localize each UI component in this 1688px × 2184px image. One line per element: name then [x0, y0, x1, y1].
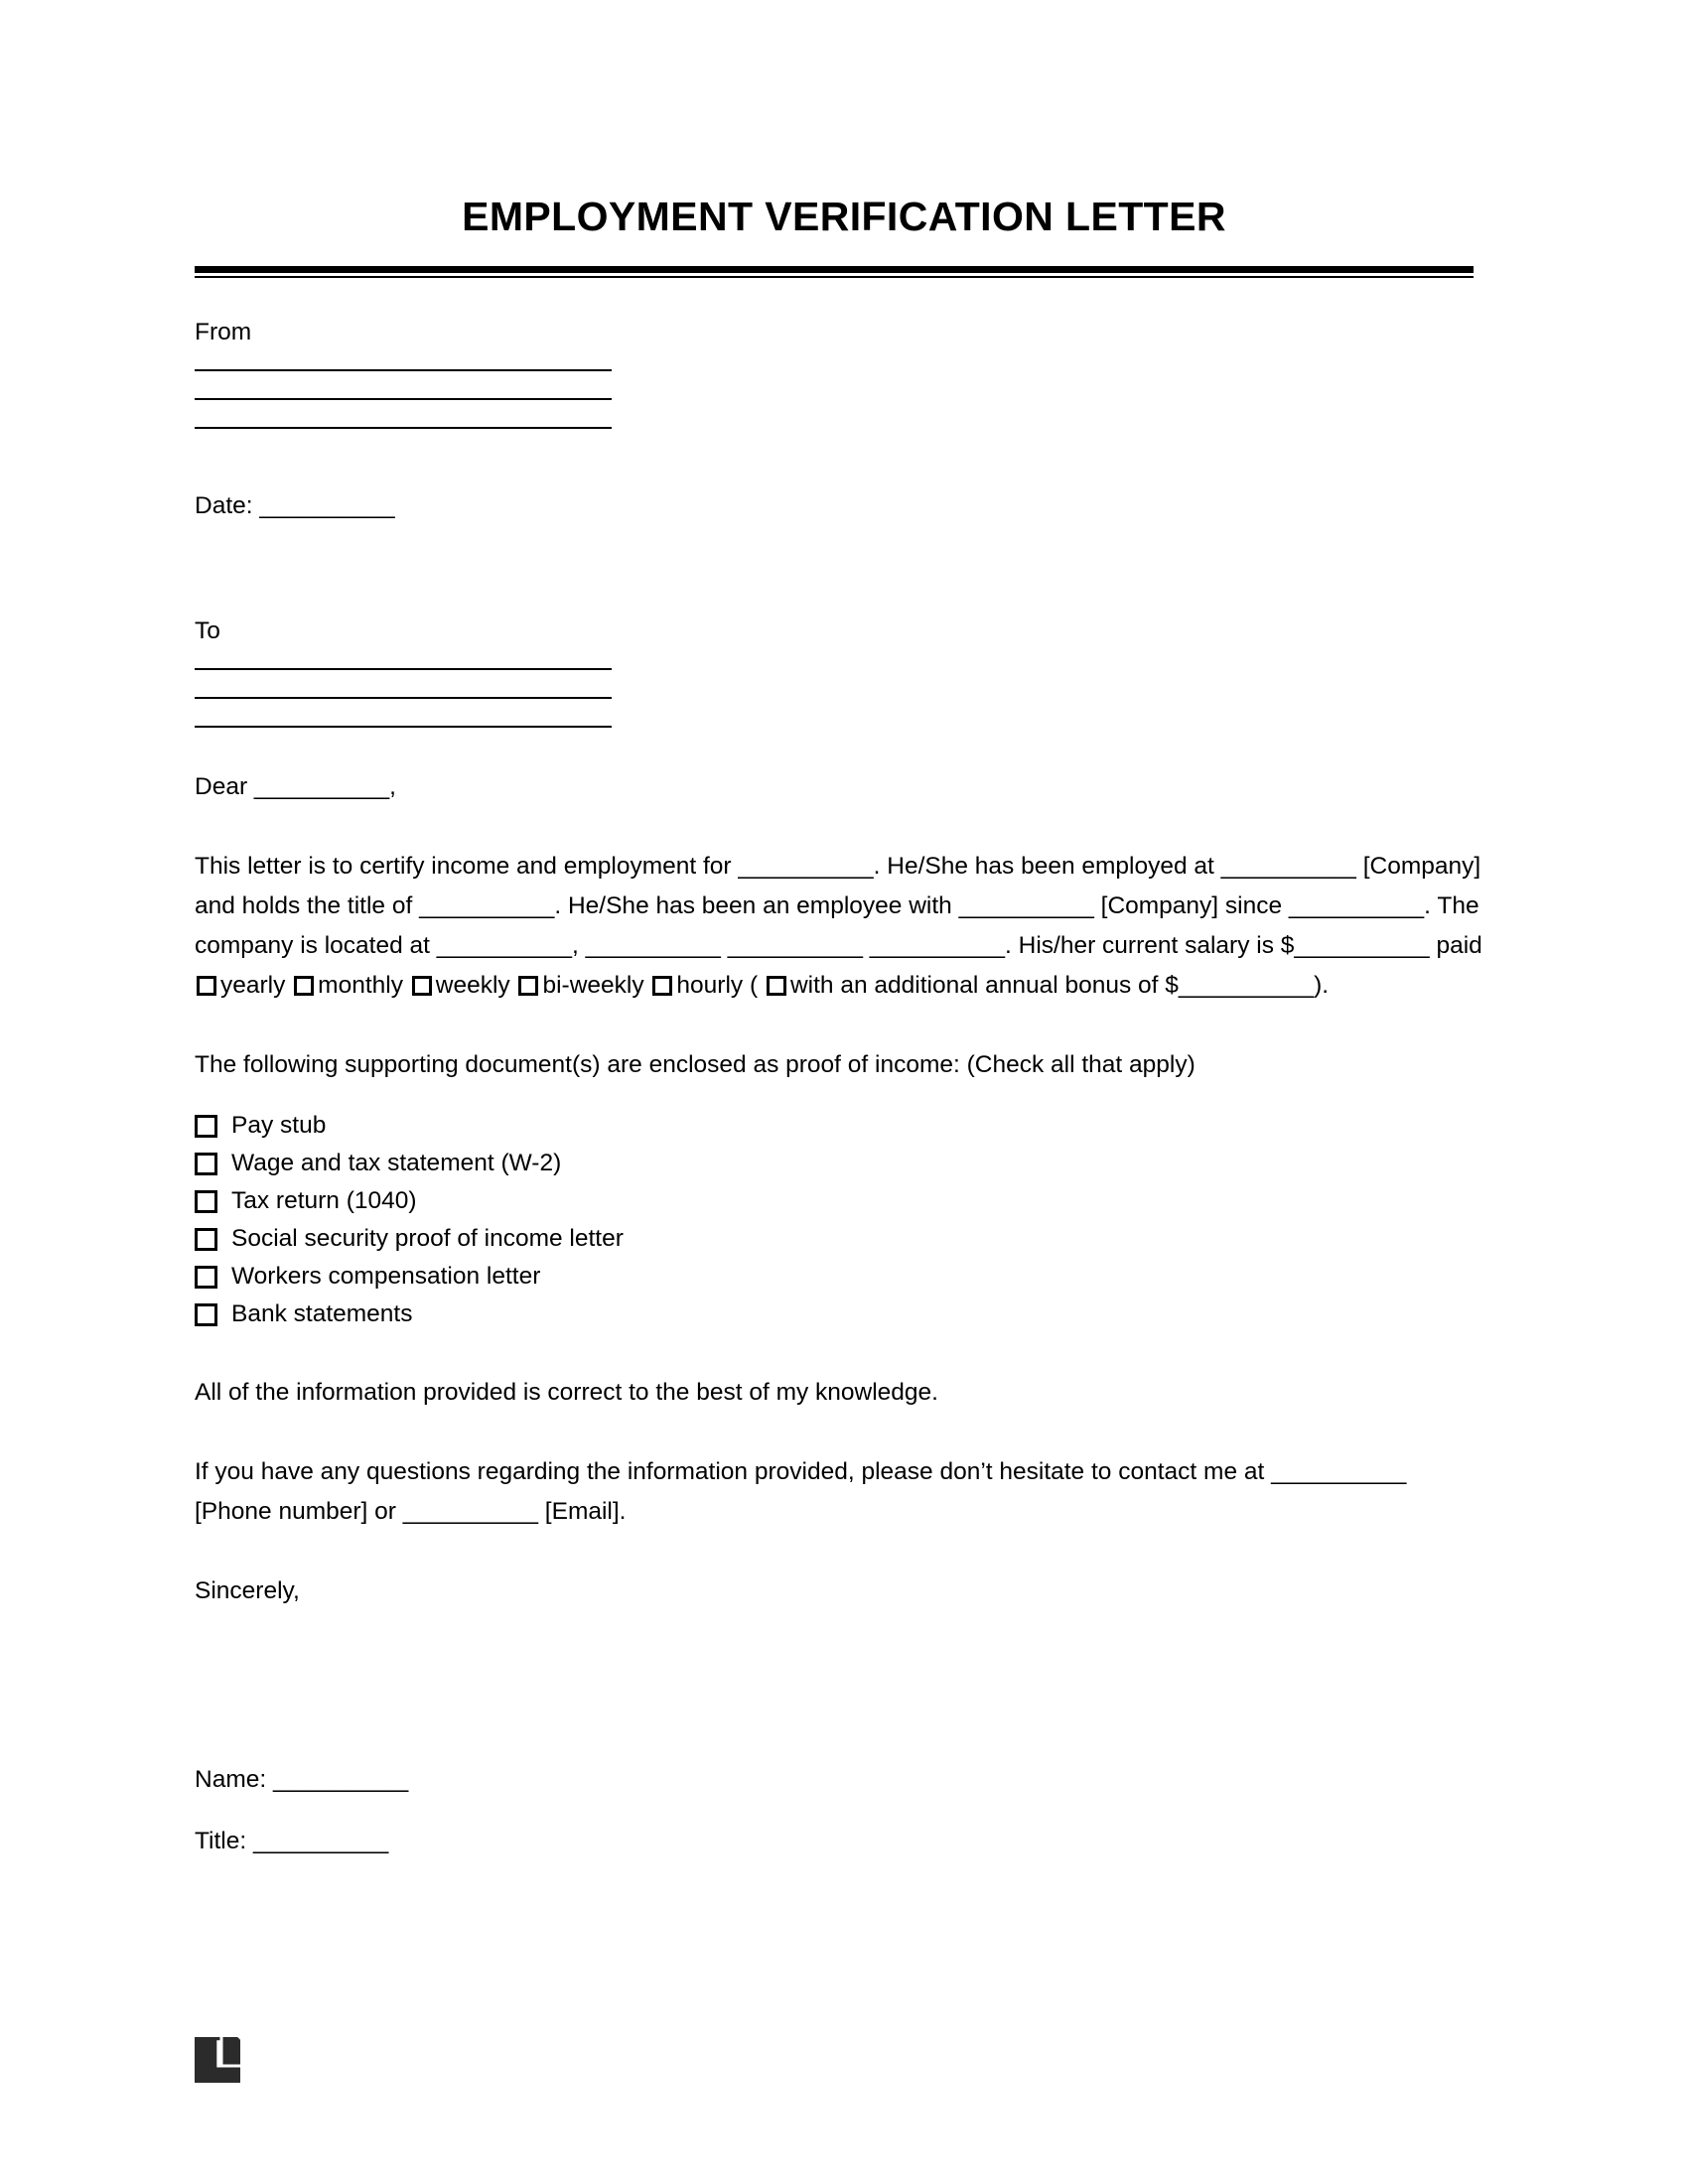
signer-title-field[interactable]: Title: __________	[195, 1822, 1485, 1861]
label-hourly: hourly (	[676, 972, 759, 999]
documents-intro: The following supporting document(s) are…	[195, 1051, 1196, 1078]
checkbox-pay-stub[interactable]	[195, 1114, 217, 1138]
checkbox-tax-return[interactable]	[195, 1189, 217, 1213]
spacer-after-checklist	[195, 1333, 1485, 1373]
spacer-after-salutation	[195, 807, 1485, 847]
checkbox-bank-statements[interactable]	[195, 1302, 217, 1326]
legal-templates-logo	[195, 2037, 240, 2083]
label-biweekly: bi-weekly	[542, 972, 644, 999]
list-item-label: Bank statements	[231, 1300, 413, 1327]
date-field[interactable]: Date: __________	[195, 486, 1485, 526]
page-title: EMPLOYMENT VERIFICATION LETTER	[462, 194, 1226, 239]
spacer-before-checklist	[195, 1085, 1485, 1107]
list-item[interactable]: Wage and tax statement (W-2)	[195, 1145, 1485, 1182]
checkbox-monthly[interactable]	[294, 976, 315, 996]
to-line-2[interactable]	[195, 697, 612, 699]
spacer-after-accuracy	[195, 1413, 1485, 1452]
from-line-2[interactable]	[195, 398, 612, 400]
divider-thick-rule	[195, 266, 1474, 273]
label-yearly: yearly	[220, 972, 286, 999]
list-item[interactable]: Bank statements	[195, 1296, 1485, 1333]
to-label: To	[195, 617, 220, 644]
label-monthly: monthly	[318, 972, 403, 999]
list-item[interactable]: Tax return (1040)	[195, 1182, 1485, 1220]
to-line-1[interactable]	[195, 668, 612, 670]
header-divider	[195, 266, 1474, 278]
spacer-after-from	[195, 429, 1485, 486]
list-item-label: Workers compensation letter	[231, 1263, 541, 1290]
list-item[interactable]: Social security proof of income letter	[195, 1220, 1485, 1258]
divider-thin-rule	[195, 276, 1474, 278]
label-weekly: weekly	[435, 972, 510, 999]
accuracy-statement: All of the information provided is corre…	[195, 1379, 938, 1406]
signature-space[interactable]	[195, 1611, 1485, 1760]
checkbox-bonus[interactable]	[766, 976, 786, 996]
from-line-1[interactable]	[195, 369, 612, 371]
label-bonus: with an additional annual bonus of $____…	[789, 972, 1330, 999]
list-item[interactable]: Workers compensation letter	[195, 1258, 1485, 1296]
from-label: From	[195, 319, 252, 345]
checkbox-yearly[interactable]	[197, 976, 216, 996]
list-item-label: Wage and tax statement (W-2)	[231, 1150, 562, 1176]
list-item-label: Social security proof of income letter	[231, 1225, 624, 1252]
spacer-after-to	[195, 728, 1485, 767]
checkbox-biweekly[interactable]	[518, 976, 539, 996]
checkbox-social-security[interactable]	[195, 1227, 217, 1251]
checkbox-w2[interactable]	[195, 1152, 217, 1175]
from-block: From	[195, 313, 1485, 429]
spacer-before-docs	[195, 1006, 1485, 1045]
list-item[interactable]: Pay stub	[195, 1107, 1485, 1145]
document-page: EMPLOYMENT VERIFICATION LETTER From Date…	[0, 0, 1688, 2184]
signer-name-field[interactable]: Name: __________	[195, 1760, 1485, 1800]
supporting-documents-checklist: Pay stub Wage and tax statement (W-2) Ta…	[195, 1107, 1485, 1333]
certification-text: This letter is to certify income and emp…	[195, 853, 1482, 959]
salutation-line[interactable]: Dear __________,	[195, 767, 1485, 807]
list-item-label: Pay stub	[231, 1112, 327, 1139]
contact-statement: If you have any questions regarding the …	[195, 1458, 1407, 1525]
spacer-after-date	[195, 526, 1485, 612]
spacer-between-name-title	[195, 1800, 1485, 1822]
spacer-after-contact	[195, 1532, 1485, 1571]
checkbox-workers-comp[interactable]	[195, 1265, 217, 1289]
to-block: To	[195, 612, 1485, 728]
letter-body: From Date: __________ To Dear __________…	[195, 313, 1485, 1861]
checkbox-weekly[interactable]	[411, 976, 432, 996]
list-item-label: Tax return (1040)	[231, 1187, 417, 1214]
closing-line: Sincerely,	[195, 1577, 300, 1604]
checkbox-hourly[interactable]	[652, 976, 673, 996]
certification-paragraph: This letter is to certify income and emp…	[195, 847, 1485, 1006]
logo-icon	[195, 2037, 240, 2083]
